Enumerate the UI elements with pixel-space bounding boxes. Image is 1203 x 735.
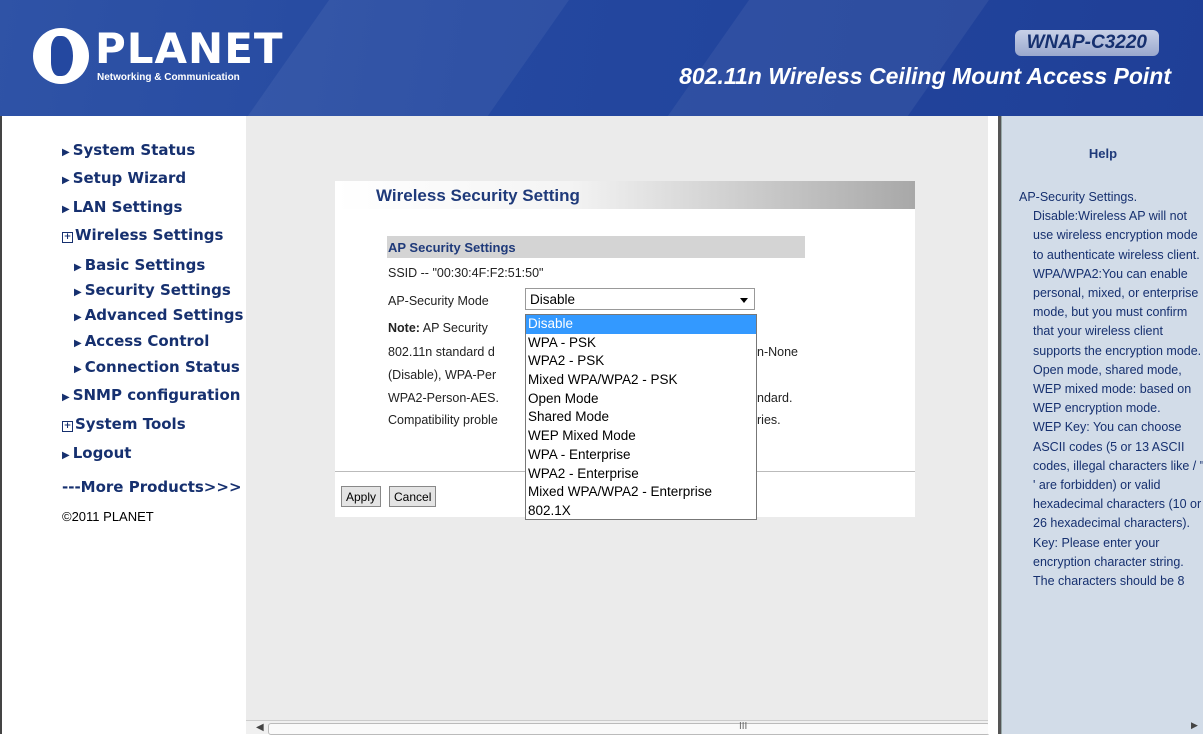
triangle-right-icon: ▶ [62,450,70,461]
section-title: Wireless Security Setting [376,186,580,205]
scrollbar-thumb[interactable]: III [268,721,990,735]
menu-item-label: SNMP configuration [72,386,241,404]
menu-item-setup-wizard[interactable]: ▶ Setup Wizard [62,169,186,187]
menu-item-label: Advanced Settings [84,306,244,324]
menu-item-label: Basic Settings [84,256,206,274]
menu-item-label: Connection Status [84,358,240,376]
scroll-right-icon[interactable]: ▶ [1186,720,1203,734]
help-paragraph: Key: Please enter your encryption charac… [1033,535,1185,589]
ap-security-heading: AP Security Settings [387,236,805,258]
note-text: 802.11n standard d [388,345,495,359]
menu-item-label: Wireless Settings [75,226,224,244]
menu-item-connection-status[interactable]: ▶ Connection Status [74,358,240,376]
option-wpa-psk[interactable]: WPA - PSK [526,334,756,353]
model-badge: WNAP-C3220 [1014,30,1159,56]
scrollbar-grip: III [739,721,748,732]
option-wpa-enterprise[interactable]: WPA - Enterprise [526,446,756,465]
menu-item-label: Logout [72,444,132,462]
expand-plus-icon: + [62,421,73,432]
logo-tagline: Networking & Communication [97,72,240,83]
note-line: Note: AP Security [388,321,488,335]
note-text: (Disable), WPA-Per [388,368,497,382]
menu-item-logout[interactable]: ▶ Logout [62,444,131,462]
option-wep-mixed-mode[interactable]: WEP Mixed Mode [526,427,756,446]
help-panel: Help AP-Security Settings. Disable:Wirel… [1001,116,1203,734]
note-text: WPA2-Person-AES. [388,391,499,405]
note-text: n-None [757,345,798,359]
more-products-link[interactable]: ---More Products>>> [62,478,242,496]
horizontal-scrollbar[interactable]: ◀ III [246,720,990,735]
menu-item-system-tools[interactable]: + System Tools [62,415,186,433]
menu-item-label: Access Control [84,332,210,350]
option-open-mode[interactable]: Open Mode [526,390,756,409]
planet-logo-icon [33,28,89,84]
triangle-right-icon: ▶ [74,287,82,298]
note-text: ndard. [757,391,793,405]
menu-item-basic-settings[interactable]: ▶ Basic Settings [74,256,205,274]
apply-button[interactable]: Apply [341,486,382,507]
triangle-right-icon: ▶ [62,147,70,158]
menu-item-system-status[interactable]: ▶ System Status [62,141,195,159]
security-mode-value: Disable [530,292,576,307]
menu-item-access-control[interactable]: ▶ Access Control [74,332,209,350]
note-label: Note: [388,321,420,335]
menu-item-label: Security Settings [84,281,231,299]
ssid-text: SSID -- "00:30:4F:F2:51:50" [388,266,544,280]
option-disable[interactable]: Disable [526,315,756,334]
help-paragraph: AP-Security Settings. [1019,190,1138,204]
option-wpa2-enterprise[interactable]: WPA2 - Enterprise [526,465,756,484]
menu-item-snmp-configuration[interactable]: ▶ SNMP configuration [62,386,240,404]
expand-plus-icon: + [62,232,73,243]
scroll-left-icon[interactable]: ◀ [256,722,264,733]
option-mixed-wpa-psk[interactable]: Mixed WPA/WPA2 - PSK [526,371,756,390]
main-content: Wireless Security Setting AP Security Se… [246,116,988,720]
menu-item-label: System Status [72,141,196,159]
option-8021x[interactable]: 802.1X [526,502,756,521]
chevron-down-icon [740,298,748,303]
menu-item-lan-settings[interactable]: ▶ LAN Settings [62,198,182,216]
option-wpa2-psk[interactable]: WPA2 - PSK [526,352,756,371]
planet-logo: PLANET Networking & Communication [33,24,283,88]
note-text: ries. [757,413,781,427]
frame-divider[interactable] [988,116,1001,734]
triangle-right-icon: ▶ [62,175,70,186]
security-mode-dropdown: Disable WPA - PSK WPA2 - PSK Mixed WPA/W… [525,314,757,520]
help-paragraph: WEP Key: You can choose ASCII codes (5 o… [1033,420,1203,531]
triangle-right-icon: ▶ [74,312,82,323]
help-paragraph: Open mode, shared mode, WEP mixed mode: … [1033,362,1192,416]
menu-item-advanced-settings[interactable]: ▶ Advanced Settings [74,306,243,324]
menu-item-security-settings[interactable]: ▶ Security Settings [74,281,231,299]
menu-item-label: System Tools [75,415,186,433]
triangle-right-icon: ▶ [74,338,82,349]
help-paragraph: Disable:Wireless AP will not use wireles… [1033,209,1200,262]
product-title: 802.11n Wireless Ceiling Mount Access Po… [679,63,1171,89]
header-decoration [622,0,1018,116]
help-paragraph: WPA/WPA2:You can enable personal, mixed,… [1033,266,1202,358]
cancel-button[interactable]: Cancel [389,486,437,507]
logo-wordmark: PLANET [95,24,284,73]
ap-security-heading-text: AP Security Settings [388,240,516,255]
menu-item-wireless-settings[interactable]: + Wireless Settings [62,226,223,244]
option-shared-mode[interactable]: Shared Mode [526,408,756,427]
triangle-right-icon: ▶ [62,392,70,403]
triangle-right-icon: ▶ [62,204,70,215]
copyright-text: ©2011 PLANET [62,509,154,524]
help-text: AP-Security Settings. Disable:Wireless A… [1019,188,1203,591]
sidebar-menu: ▶ System Status ▶ Setup Wizard ▶ LAN Settin… [0,116,246,734]
section-header: Wireless Security Setting [335,181,915,209]
note-text: Compatibility proble [388,413,498,427]
help-title: Help [1088,146,1118,161]
menu-item-label: Setup Wizard [72,169,187,187]
security-mode-select[interactable]: Disable [525,288,755,310]
menu-item-label: LAN Settings [72,198,183,216]
triangle-right-icon: ▶ [74,364,82,375]
option-mixed-wpa-enterprise[interactable]: Mixed WPA/WPA2 - Enterprise [526,483,756,502]
triangle-right-icon: ▶ [74,262,82,273]
page-header: PLANET Networking & Communication WNAP-C… [0,0,1203,116]
security-mode-label: AP-Security Mode [388,294,489,308]
note-text: AP Security [422,321,488,335]
